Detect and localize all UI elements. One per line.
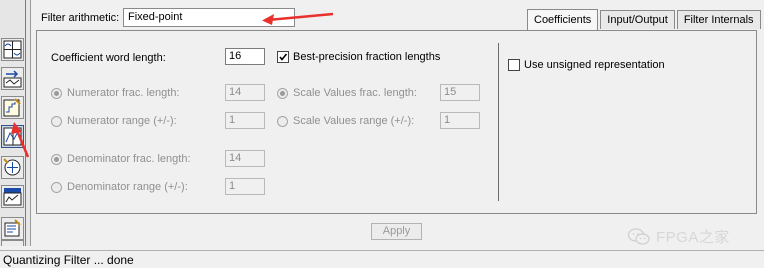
status-bar: Quantizing Filter ... done bbox=[0, 250, 764, 268]
status-text: Quantizing Filter ... done bbox=[3, 253, 134, 267]
app-window: Filter arithmetic: Fixed-point Coefficie… bbox=[0, 0, 764, 268]
wechat-icon bbox=[628, 227, 650, 245]
watermark: FPGA之家 bbox=[628, 226, 730, 247]
watermark-text: FPGA之家 bbox=[656, 229, 730, 246]
